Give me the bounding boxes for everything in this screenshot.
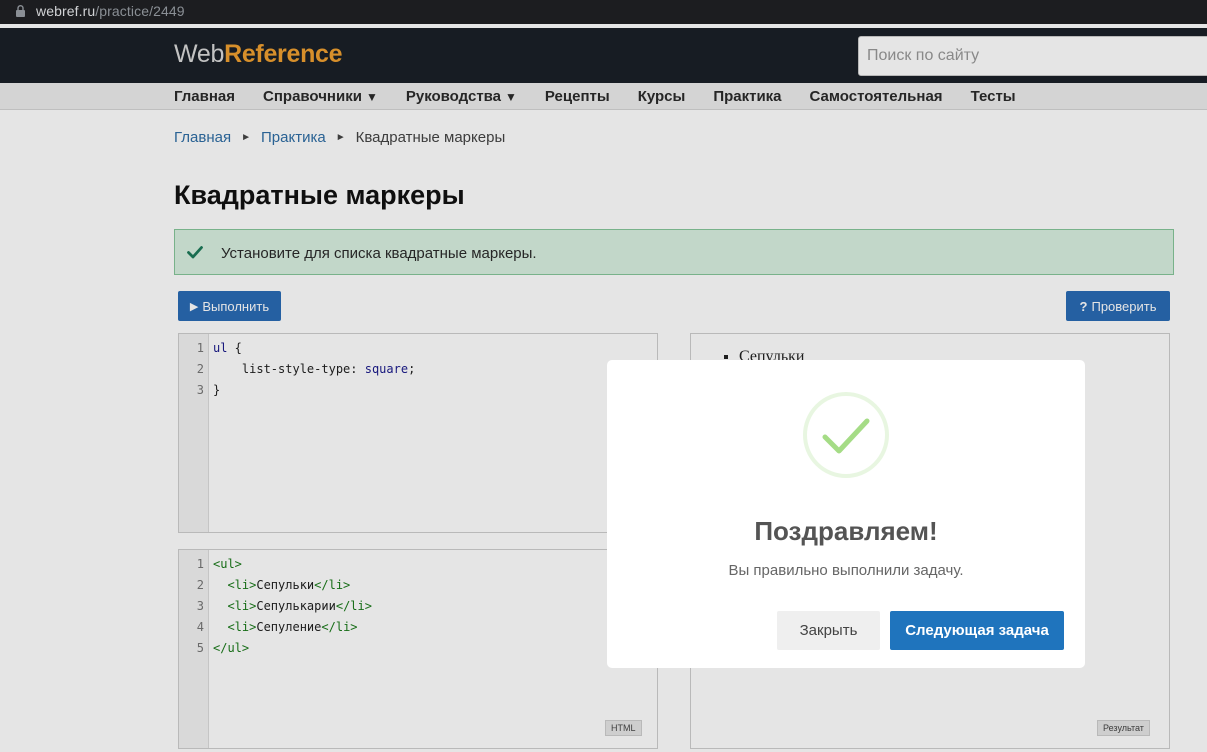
dialog-message: Вы правильно выполнили задачу. <box>728 562 964 579</box>
close-button[interactable]: Закрыть <box>777 611 880 650</box>
success-dialog: Поздравляем! Вы правильно выполнили зада… <box>607 360 1085 668</box>
dialog-title: Поздравляем! <box>754 516 938 546</box>
checkmark-icon <box>822 418 870 454</box>
success-check-icon <box>803 392 889 478</box>
next-task-button[interactable]: Следующая задача <box>890 611 1064 650</box>
